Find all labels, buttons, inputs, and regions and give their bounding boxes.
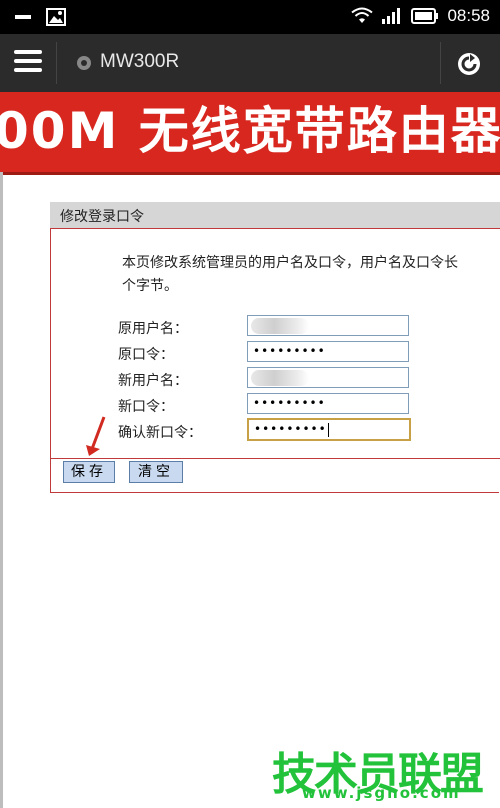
watermark-url: www.jsgho.com [302,784,461,802]
banner-text: 00M 无线宽带路由器 [0,102,500,160]
arrow-pointer-icon [86,416,106,456]
banner-shadow [0,172,500,175]
new-username-label: 新用户名： [118,373,188,389]
confirm-password-value: ••••••••• [254,422,327,436]
new-password-input[interactable]: ••••••••• [247,393,409,414]
confirm-password-label: 确认新口令： [118,425,202,441]
new-password-label: 新口令： [118,399,174,415]
browser-toolbar: MW300R [0,34,500,92]
save-button[interactable]: 保存 [63,461,115,483]
status-time: 08:58 [447,6,490,25]
confirm-password-input[interactable]: ••••••••• [247,418,411,441]
panel-divider [50,228,500,229]
new-username-input[interactable] [247,367,409,388]
new-password-value: ••••••••• [253,396,326,410]
battery-icon [411,8,439,24]
description-line: 个字节。 [122,278,178,294]
minus-icon [15,15,31,19]
reload-icon[interactable] [455,50,483,78]
router-banner: 00M 无线宽带路由器 [0,92,500,172]
site-icon [77,56,91,70]
signal-icon [382,8,401,24]
status-bar: 08:58 [0,0,500,34]
page-title[interactable]: MW300R [100,51,179,73]
old-username-label: 原用户名： [118,321,188,337]
image-icon [46,8,66,26]
text-caret [327,422,329,437]
toolbar-divider [440,42,441,84]
old-username-input[interactable] [247,315,409,336]
panel-divider [51,458,500,459]
toolbar-divider [56,42,57,84]
redacted-blur [251,370,309,386]
frame-edge [0,172,3,808]
old-password-value: ••••••••• [253,344,326,358]
description-line: 本页修改系统管理员的用户名及口令，用户名及口令长 [122,255,458,271]
old-password-label: 原口令： [118,347,174,363]
redacted-blur [251,318,309,334]
wifi-icon [351,7,374,23]
panel-title: 修改登录口令 [60,209,144,225]
menu-icon[interactable] [14,50,42,76]
panel-header: 修改登录口令 [50,202,500,228]
panel-description: 本页修改系统管理员的用户名及口令，用户名及口令长 个字节。 [122,252,500,298]
old-password-input[interactable]: ••••••••• [247,341,409,362]
clear-button[interactable]: 清空 [129,461,183,483]
